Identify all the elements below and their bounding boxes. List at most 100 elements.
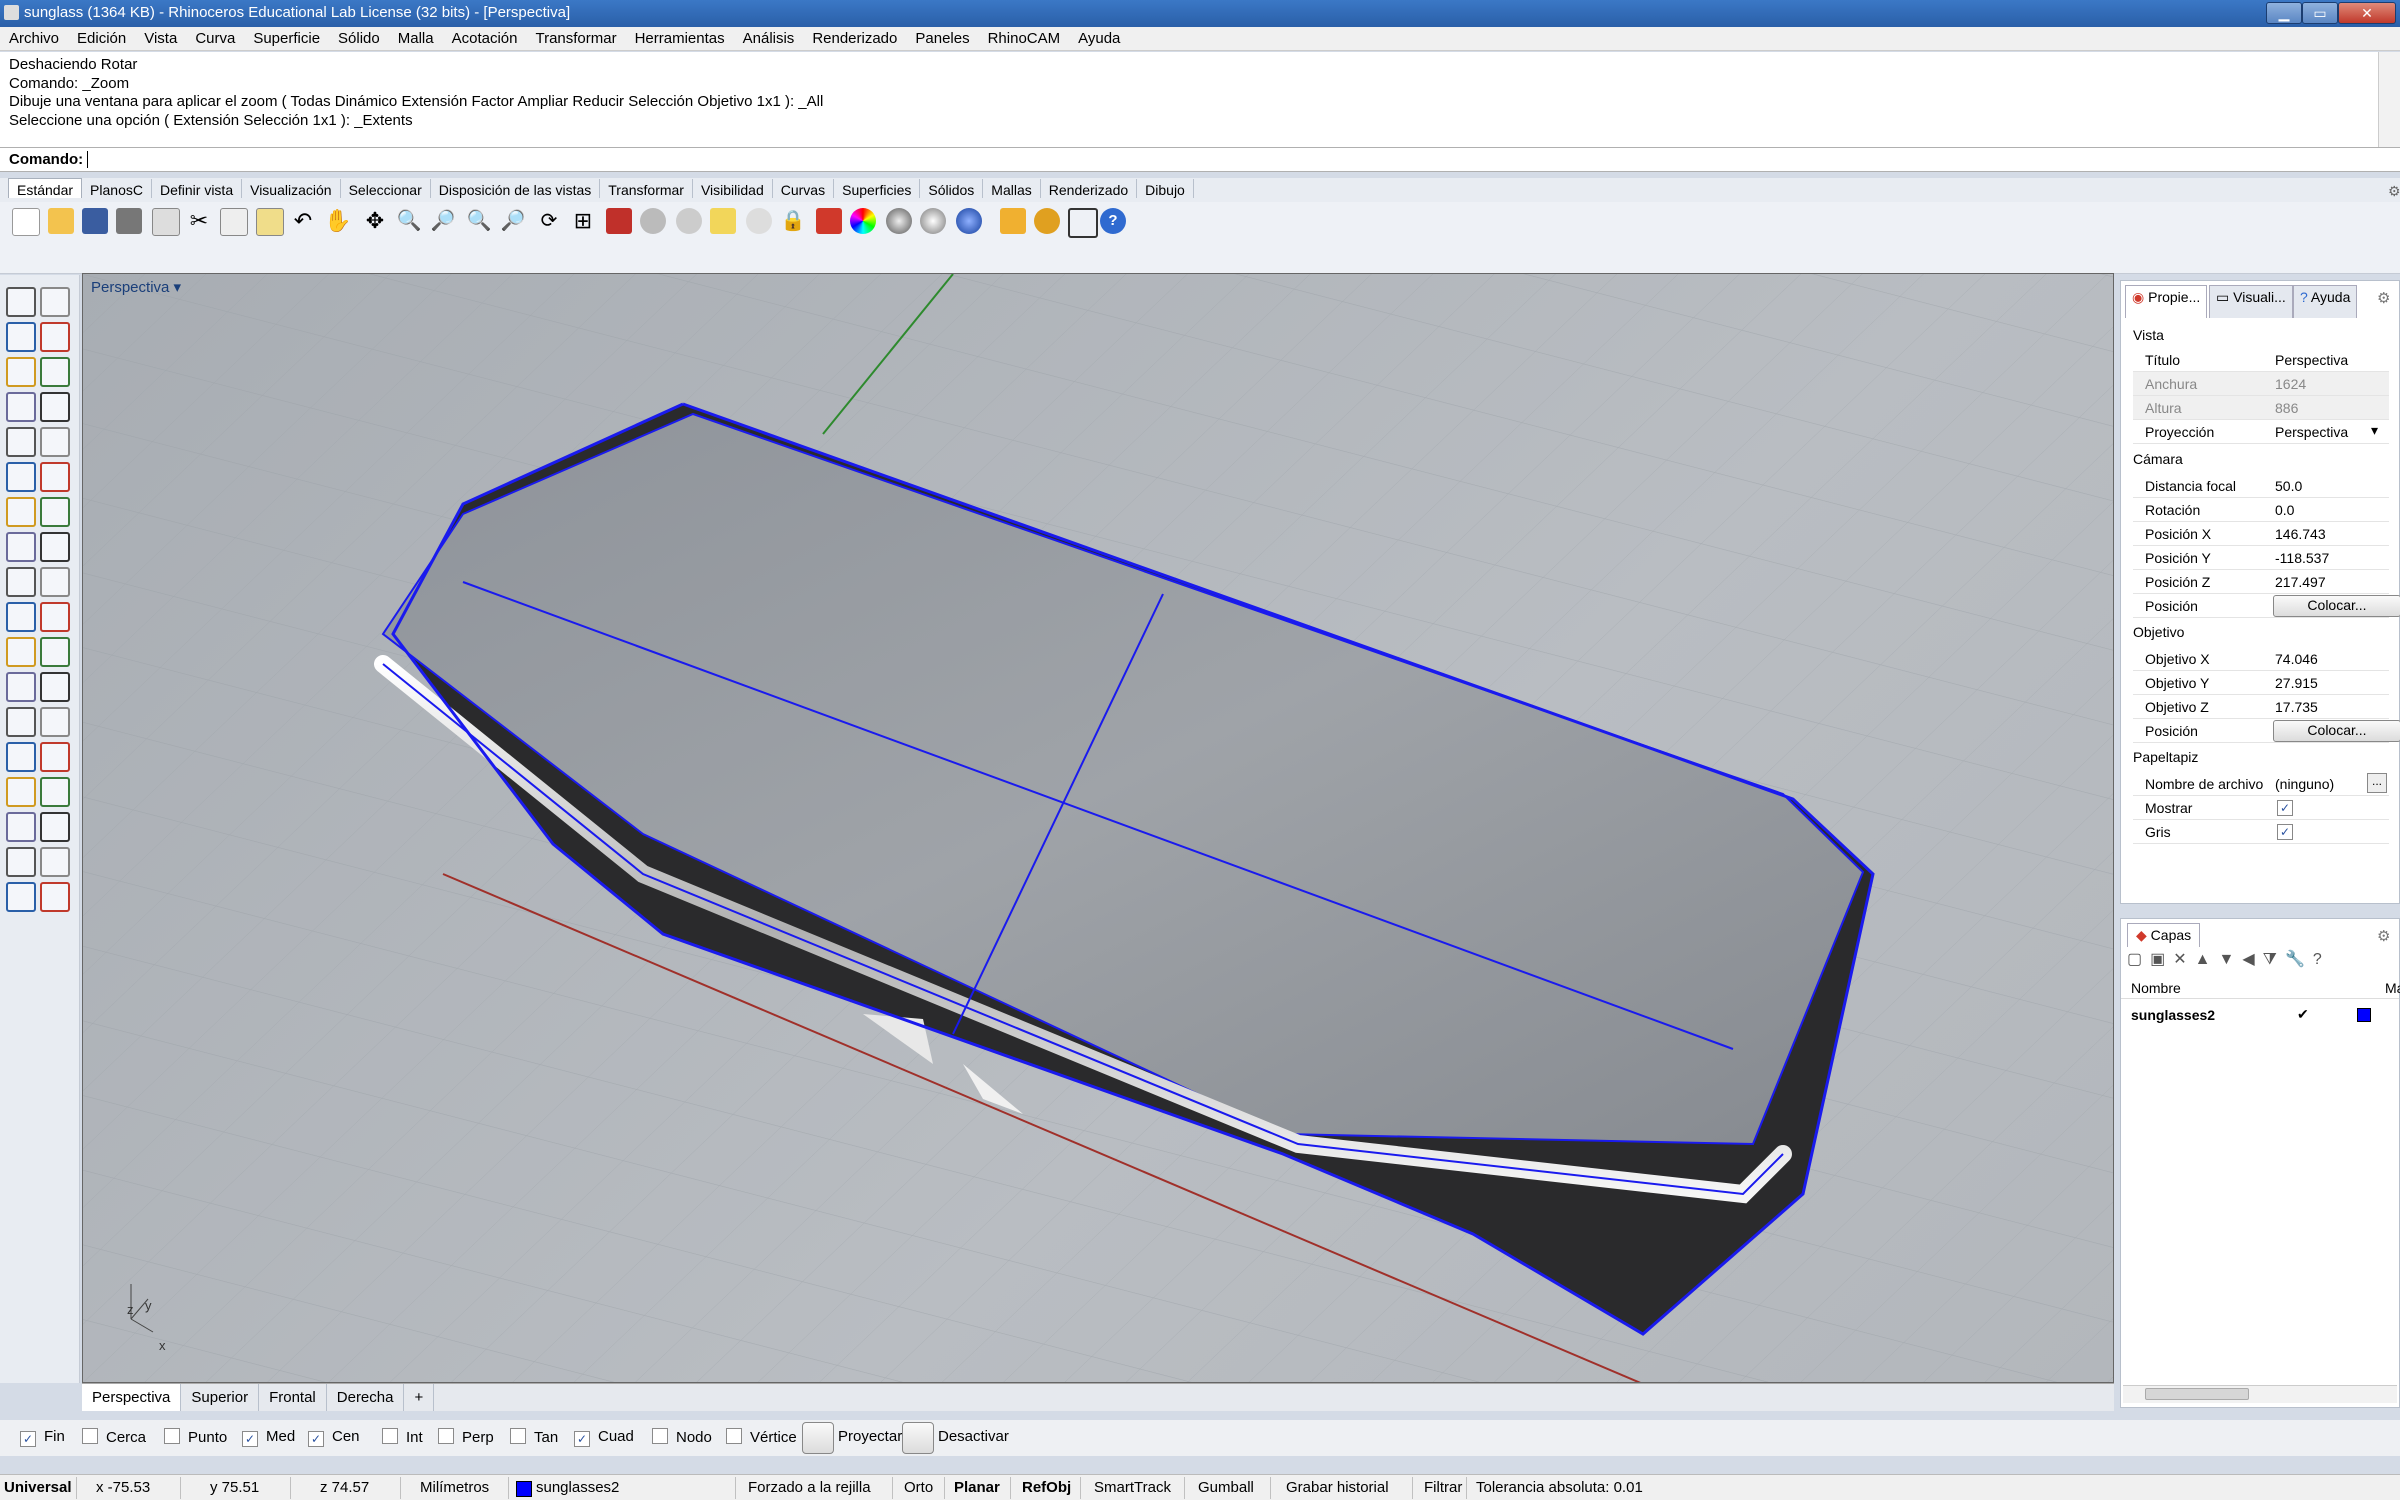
disable-toggle-button[interactable] [902,1422,934,1454]
save-icon[interactable] [82,208,108,234]
status-smarttrack[interactable]: SmartTrack [1094,1479,1171,1496]
help-icon[interactable]: ? [1100,208,1126,234]
menu-edicion[interactable]: Edición [68,27,135,49]
show-objects-icon[interactable] [676,208,702,234]
menu-superficie[interactable]: Superficie [244,27,329,49]
row-proyeccion[interactable]: Proyección Perspectiva ▾ [2133,420,2389,444]
menu-acotacion[interactable]: Acotación [443,27,527,49]
menu-ayuda[interactable]: Ayuda [1069,27,1129,49]
checkbox[interactable]: ✓ [20,1431,36,1447]
tool-icon[interactable] [40,497,70,527]
checkbox[interactable]: ✓ [308,1431,324,1447]
checkbox[interactable]: ✓ [242,1431,258,1447]
row-value[interactable]: 217.497 [2275,574,2326,590]
tool-icon[interactable] [40,602,70,632]
status-gumball[interactable]: Gumball [1198,1479,1254,1496]
tab-disposicion[interactable]: Disposición de las vistas [431,179,601,198]
osnap-cen[interactable]: ✓ Cen [308,1428,360,1447]
tool-icon[interactable] [40,742,70,772]
tab-help[interactable]: ? Ayuda [2293,285,2358,318]
tab-superior[interactable]: Superior [181,1384,260,1411]
menu-solido[interactable]: Sólido [329,27,389,49]
checkbox[interactable] [164,1428,180,1444]
status-layer[interactable]: sunglasses2 [536,1479,619,1496]
menu-renderizado[interactable]: Renderizado [803,27,906,49]
tool-icon[interactable] [6,392,36,422]
row-value[interactable]: 146.743 [2275,526,2326,542]
row-value[interactable]: Perspectiva [2275,352,2348,368]
tool-icon[interactable] [40,532,70,562]
pan-hand-icon[interactable]: ✋ [324,208,351,234]
status-history[interactable]: Grabar historial [1286,1479,1389,1496]
tool-icon[interactable] [40,322,70,352]
tool-icon[interactable] [6,532,36,562]
tool-icon[interactable] [40,357,70,387]
osnap-tan[interactable]: Tan [510,1428,558,1446]
move-up-icon[interactable]: ▲ [2195,951,2219,968]
menu-curva[interactable]: Curva [186,27,244,49]
osnap-perp[interactable]: Perp [438,1428,494,1446]
status-cplane[interactable]: Universal [4,1479,72,1496]
new-file-icon[interactable] [12,208,40,236]
checkbox[interactable] [382,1428,398,1444]
tab-layers[interactable]: ◆ Capas [2127,923,2201,947]
tool-icon[interactable] [6,462,36,492]
lock-icon[interactable]: 🔒 [780,208,806,234]
command-input[interactable]: Comando: [0,148,2400,172]
checkbox[interactable] [652,1428,668,1444]
row-value[interactable]: Perspectiva [2275,424,2348,440]
tool-icon[interactable] [40,462,70,492]
checkbox[interactable] [438,1428,454,1444]
tab-solidos[interactable]: Sólidos [920,179,984,198]
help-icon[interactable]: ? [2313,951,2330,968]
minimize-button[interactable]: ▁ [2266,2,2302,24]
select-all-icon[interactable] [640,208,666,234]
zoom-selected-icon[interactable]: 🔎 [500,208,526,234]
close-button[interactable]: ✕ [2338,2,2396,24]
tool-icon[interactable] [40,882,70,912]
row-value[interactable]: -118.537 [2275,550,2329,566]
tool-icon[interactable] [6,567,36,597]
light-bulb-icon[interactable] [746,208,772,234]
row-value[interactable]: 50.0 [2275,478,2302,494]
cut-icon[interactable]: ✂ [186,208,212,234]
tab-mallas[interactable]: Mallas [983,179,1041,198]
tool-icon[interactable] [40,287,70,317]
menu-analisis[interactable]: Análisis [734,27,804,49]
tool-icon[interactable] [40,777,70,807]
osnap-cuad[interactable]: ✓ Cuad [574,1428,634,1447]
project-toggle-button[interactable] [802,1422,834,1454]
row-value[interactable]: 0.0 [2275,502,2294,518]
maximize-button[interactable]: ▭ [2302,2,2338,24]
tool-icon[interactable] [40,672,70,702]
tab-derecha[interactable]: Derecha [327,1384,405,1411]
car-render-icon[interactable] [606,208,632,234]
menu-herramientas[interactable]: Herramientas [626,27,734,49]
filter-icon[interactable]: ⧩ [2263,951,2285,968]
tool-icon[interactable] [6,882,36,912]
rotate-view-icon[interactable]: ⟳ [536,208,562,234]
move-view-icon[interactable]: ✥ [362,208,388,234]
tab-transformar[interactable]: Transformar [600,179,693,198]
color-wheel-icon[interactable] [850,208,876,234]
tab-properties[interactable]: ◉ Propie... [2125,285,2208,318]
column-name[interactable]: Nombre [2131,980,2181,996]
dimension-icon[interactable] [1068,208,1098,238]
move-down-icon[interactable]: ▼ [2219,951,2243,968]
delete-icon[interactable]: ✕ [2173,951,2194,968]
tool-icon[interactable] [6,672,36,702]
tab-superficies[interactable]: Superficies [834,179,921,198]
tool-icon[interactable] [6,357,36,387]
options-gear-icon[interactable] [1034,208,1060,234]
undo-icon[interactable]: ↶ [290,208,316,234]
new-layer-icon[interactable]: ▢ [2127,951,2150,968]
row-value[interactable]: 27.915 [2275,675,2318,691]
tab-display[interactable]: ▭ Visuali... [2209,285,2293,318]
place-target-button[interactable]: Colocar... [2273,720,2400,742]
layers-hscrollbar[interactable] [2123,1385,2397,1403]
tool-icon[interactable] [40,812,70,842]
tool-icon[interactable] [40,847,70,877]
layer-icon[interactable] [816,208,842,234]
tab-perspectiva[interactable]: Perspectiva [82,1384,182,1411]
history-scrollbar[interactable] [2378,52,2400,147]
